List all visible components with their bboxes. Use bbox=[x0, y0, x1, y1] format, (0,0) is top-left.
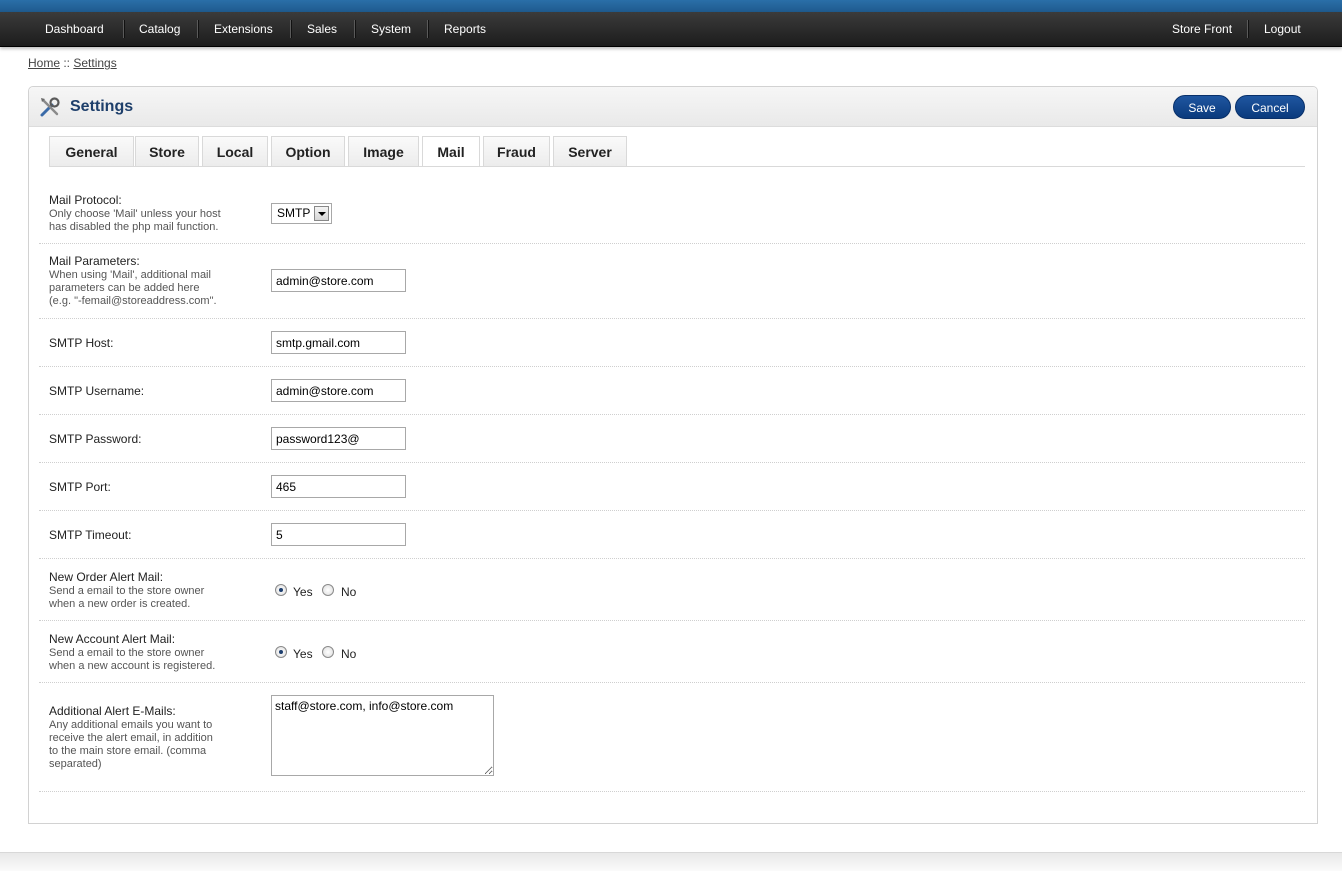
smtp-username-label: SMTP Username: bbox=[49, 384, 145, 398]
additional-emails-label: Additional Alert E-Mails: bbox=[49, 704, 176, 718]
mail-parameters-help: When using 'Mail', additional mail bbox=[49, 269, 211, 281]
additional-emails-help: receive the alert email, in addition bbox=[49, 732, 213, 744]
mail-parameters-label: Mail Parameters: bbox=[49, 254, 140, 268]
smtp-timeout-input[interactable] bbox=[271, 523, 406, 546]
tab-server[interactable]: Server bbox=[553, 136, 627, 166]
settings-panel: Settings Save Cancel General Store Local… bbox=[28, 86, 1318, 824]
account-alert-yes-label: Yes bbox=[293, 647, 313, 661]
form-row-smtp-username: SMTP Username: bbox=[39, 367, 1305, 415]
nav-dashboard[interactable]: Dashboard bbox=[45, 12, 104, 46]
nav-separator bbox=[290, 20, 292, 38]
tab-divider bbox=[49, 166, 1305, 167]
nav-system[interactable]: System bbox=[371, 12, 411, 46]
form-row-smtp-port: SMTP Port: bbox=[39, 463, 1305, 511]
tab-general[interactable]: General bbox=[49, 136, 134, 166]
tab-option[interactable]: Option bbox=[271, 136, 345, 166]
page-title: Settings bbox=[70, 98, 134, 115]
form-row-additional-emails: Additional Alert E-Mails: Any additional… bbox=[39, 683, 1305, 792]
smtp-timeout-label: SMTP Timeout: bbox=[49, 528, 132, 542]
breadcrumb-separator: :: bbox=[60, 56, 74, 70]
account-alert-yes-radio[interactable] bbox=[275, 646, 287, 658]
mail-protocol-select[interactable]: SMTP bbox=[271, 203, 332, 224]
mail-parameters-input[interactable] bbox=[271, 269, 406, 292]
mail-protocol-help: has disabled the php mail function. bbox=[49, 221, 219, 233]
footer-bar bbox=[0, 852, 1342, 871]
nav-reports[interactable]: Reports bbox=[444, 12, 486, 46]
nav-store-front[interactable]: Store Front bbox=[1172, 12, 1232, 46]
order-alert-help: Send a email to the store owner bbox=[49, 585, 205, 597]
form-row-smtp-timeout: SMTP Timeout: bbox=[39, 511, 1305, 559]
mail-protocol-help: Only choose 'Mail' unless your host bbox=[49, 208, 221, 220]
account-alert-no-radio[interactable] bbox=[322, 646, 334, 658]
additional-emails-help: separated) bbox=[49, 758, 102, 770]
breadcrumb-home[interactable]: Home bbox=[28, 56, 60, 70]
nav-logout[interactable]: Logout bbox=[1264, 12, 1301, 46]
order-alert-label: New Order Alert Mail: bbox=[49, 570, 164, 584]
tab-store[interactable]: Store bbox=[135, 136, 199, 166]
nav-separator bbox=[354, 20, 356, 38]
form-row-smtp-host: SMTP Host: bbox=[39, 319, 1305, 367]
smtp-password-input[interactable] bbox=[271, 427, 406, 450]
nav-separator bbox=[1247, 20, 1249, 38]
tab-mail[interactable]: Mail bbox=[422, 136, 480, 167]
form-row-mail-protocol: Mail Protocol: Only choose 'Mail' unless… bbox=[39, 183, 1305, 244]
form-row-mail-parameters: Mail Parameters: When using 'Mail', addi… bbox=[39, 244, 1305, 319]
tab-image[interactable]: Image bbox=[348, 136, 419, 166]
mail-parameters-help: parameters can be added here bbox=[49, 282, 200, 294]
order-alert-no-radio[interactable] bbox=[322, 584, 334, 596]
panel-header: Settings Save Cancel bbox=[29, 87, 1317, 127]
smtp-username-input[interactable] bbox=[271, 379, 406, 402]
breadcrumb: Home :: Settings bbox=[28, 56, 117, 70]
additional-emails-textarea[interactable]: staff@store.com, info@store.com bbox=[271, 695, 494, 776]
additional-emails-help: to the main store email. (comma bbox=[49, 745, 207, 757]
order-alert-yes-label: Yes bbox=[293, 585, 313, 599]
mail-protocol-label: Mail Protocol: bbox=[49, 193, 122, 207]
additional-emails-help: Any additional emails you want to bbox=[49, 719, 213, 731]
cancel-button[interactable]: Cancel bbox=[1235, 95, 1305, 119]
smtp-host-input[interactable] bbox=[271, 331, 406, 354]
top-accent-strip bbox=[0, 0, 1342, 12]
order-alert-help: when a new order is created. bbox=[49, 598, 191, 610]
account-alert-help: when a new account is registered. bbox=[49, 660, 216, 672]
mail-protocol-value: SMTP bbox=[277, 206, 311, 220]
account-alert-label: New Account Alert Mail: bbox=[49, 632, 176, 646]
breadcrumb-settings[interactable]: Settings bbox=[73, 56, 116, 70]
nav-extensions[interactable]: Extensions bbox=[214, 12, 273, 46]
save-button[interactable]: Save bbox=[1173, 95, 1231, 119]
order-alert-yes-radio[interactable] bbox=[275, 584, 287, 596]
order-alert-no-label: No bbox=[341, 585, 357, 599]
account-alert-help: Send a email to the store owner bbox=[49, 647, 205, 659]
smtp-password-label: SMTP Password: bbox=[49, 432, 142, 446]
mail-parameters-help: (e.g. "-femail@storeaddress.com". bbox=[49, 295, 217, 307]
chevron-down-icon[interactable] bbox=[314, 206, 329, 221]
smtp-port-label: SMTP Port: bbox=[49, 480, 111, 494]
smtp-port-input[interactable] bbox=[271, 475, 406, 498]
nav-separator bbox=[123, 20, 125, 38]
form-row-account-alert: New Account Alert Mail: Send a email to … bbox=[39, 621, 1305, 683]
tab-fraud[interactable]: Fraud bbox=[483, 136, 550, 166]
smtp-host-label: SMTP Host: bbox=[49, 336, 114, 350]
nav-separator bbox=[197, 20, 199, 38]
form-row-order-alert: New Order Alert Mail: Send a email to th… bbox=[39, 559, 1305, 621]
nav-catalog[interactable]: Catalog bbox=[139, 12, 180, 46]
nav-separator bbox=[427, 20, 429, 38]
nav-sales[interactable]: Sales bbox=[307, 12, 337, 46]
account-alert-no-label: No bbox=[341, 647, 357, 661]
form-row-smtp-password: SMTP Password: bbox=[39, 415, 1305, 463]
tab-local[interactable]: Local bbox=[202, 136, 268, 166]
top-navigation: Dashboard Catalog Extensions Sales Syste… bbox=[0, 12, 1342, 47]
tools-icon bbox=[40, 97, 60, 117]
